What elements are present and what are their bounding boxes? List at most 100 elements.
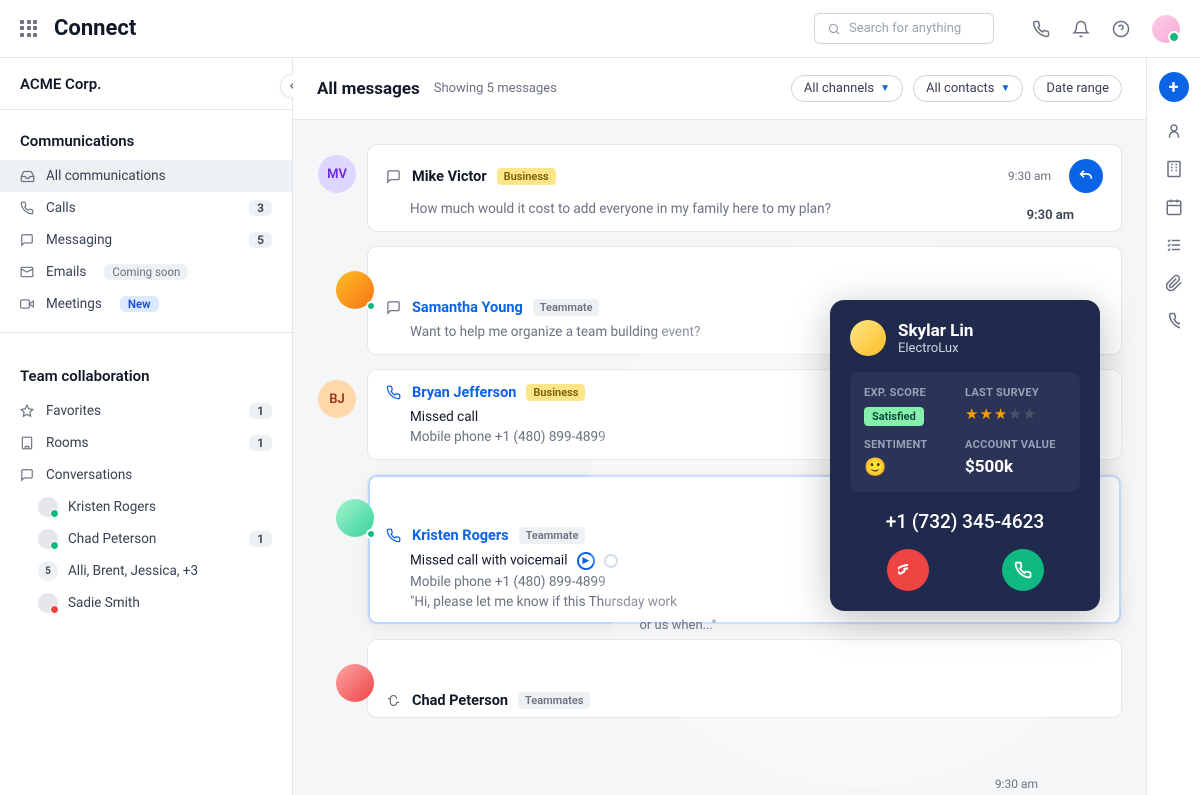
nav-all-communications[interactable]: All communications bbox=[0, 160, 292, 192]
nav-label: All communications bbox=[46, 168, 166, 184]
global-search-input[interactable]: Search for anything bbox=[814, 13, 994, 44]
search-placeholder: Search for anything bbox=[849, 21, 961, 36]
incoming-call-card: Skylar Lin ElectroLux EXP. SCORE Satisfi… bbox=[830, 300, 1100, 611]
conversation-name: Kristen Rogers bbox=[68, 499, 156, 515]
sentiment-emoji: 🙂 bbox=[864, 457, 965, 478]
count-badge: 1 bbox=[249, 403, 272, 419]
sender-name: Chad Peterson bbox=[412, 692, 508, 709]
nav-emails[interactable]: Emails Coming soon bbox=[0, 256, 292, 288]
nav-favorites[interactable]: Favorites 1 bbox=[0, 395, 292, 427]
apps-grid-icon[interactable] bbox=[20, 20, 38, 38]
phone-rail-icon[interactable] bbox=[1168, 312, 1180, 330]
nav-messaging[interactable]: Messaging 5 bbox=[0, 224, 292, 256]
help-icon[interactable] bbox=[1112, 20, 1130, 38]
stat-label: LAST SURVEY bbox=[965, 386, 1066, 399]
sender-name: Mike Victor bbox=[412, 168, 487, 185]
sidebar: ACME Corp. Communications All communicat… bbox=[0, 58, 293, 795]
nav-conversations[interactable]: Conversations bbox=[0, 459, 292, 491]
caller-name: Skylar Lin bbox=[898, 321, 973, 341]
message-card[interactable]: MV Mike Victor Business 9:30 am How much… bbox=[367, 144, 1122, 232]
filter-channels[interactable]: All channels▼ bbox=[791, 75, 903, 102]
conversation-item[interactable]: Sadie Smith bbox=[0, 587, 292, 619]
caller-phone: +1 (732) 345-4623 bbox=[850, 510, 1080, 533]
contact-tag: Business bbox=[526, 384, 585, 401]
nav-calls[interactable]: Calls 3 bbox=[0, 192, 292, 224]
nav-label: Calls bbox=[46, 200, 76, 216]
avatar bbox=[336, 271, 374, 309]
avatar-icon bbox=[38, 529, 58, 549]
nav-label: Rooms bbox=[46, 435, 89, 451]
caller-stats: EXP. SCORE Satisfied LAST SURVEY ★★★★★ S… bbox=[850, 372, 1080, 492]
stat-label: SENTIMENT bbox=[864, 438, 965, 451]
contact-tag: Teammates bbox=[518, 692, 590, 709]
nav-label: Meetings bbox=[46, 296, 102, 312]
ghost-timestamp-bottom: 9:30 am bbox=[995, 777, 1038, 791]
inbox-icon bbox=[20, 169, 36, 184]
bell-icon[interactable] bbox=[1072, 20, 1090, 38]
company-icon[interactable] bbox=[1165, 160, 1183, 178]
contact-tag: Teammate bbox=[519, 527, 586, 544]
conversation-item[interactable]: 5 Alli, Brent, Jessica, +3 bbox=[0, 555, 292, 587]
count-badge: 1 bbox=[249, 435, 272, 451]
nav-rooms[interactable]: Rooms 1 bbox=[0, 427, 292, 459]
message-icon bbox=[386, 169, 402, 184]
avatar-icon bbox=[38, 593, 58, 613]
org-name: ACME Corp. bbox=[20, 75, 101, 93]
user-avatar[interactable] bbox=[1152, 15, 1180, 43]
accept-call-button[interactable] bbox=[1002, 549, 1044, 591]
hangup-icon bbox=[898, 560, 918, 580]
sender-name[interactable]: Bryan Jefferson bbox=[412, 384, 516, 401]
conversation-item[interactable]: Chad Peterson 1 bbox=[0, 523, 292, 555]
unread-indicator bbox=[604, 554, 618, 568]
add-button[interactable]: + bbox=[1159, 72, 1189, 102]
nav-label: Messaging bbox=[46, 232, 112, 248]
nav-label: Emails bbox=[46, 264, 86, 280]
contact-tag: Business bbox=[497, 168, 556, 185]
message-card[interactable]: Chad Peterson Teammates bbox=[367, 639, 1122, 718]
section-team: Team collaboration bbox=[0, 345, 292, 395]
sender-name[interactable]: Samantha Young bbox=[412, 299, 523, 316]
reply-button[interactable] bbox=[1069, 159, 1103, 193]
star-rating: ★★★★★ bbox=[965, 405, 1066, 423]
phone-icon[interactable] bbox=[1032, 20, 1050, 38]
nav-label: Conversations bbox=[46, 467, 132, 483]
count-badge: 3 bbox=[249, 200, 272, 216]
nav-meetings[interactable]: Meetings New bbox=[0, 288, 292, 320]
play-voicemail-button[interactable]: ▶ bbox=[577, 552, 595, 570]
star-icon bbox=[20, 404, 36, 418]
avatar-icon bbox=[38, 497, 58, 517]
new-badge: New bbox=[120, 296, 159, 312]
message-preview: How much would it cost to add everyone i… bbox=[410, 201, 1103, 217]
reply-icon bbox=[1078, 168, 1094, 184]
brand-title: Connect bbox=[54, 16, 136, 41]
tasks-icon[interactable] bbox=[1165, 236, 1183, 254]
coming-soon-badge: Coming soon bbox=[104, 264, 188, 280]
call-icon bbox=[386, 385, 402, 400]
filter-contacts[interactable]: All contacts▼ bbox=[913, 75, 1023, 102]
attachment-icon[interactable] bbox=[1165, 274, 1183, 292]
nav-label: Favorites bbox=[46, 403, 101, 419]
account-value: $500k bbox=[965, 457, 1066, 477]
email-icon bbox=[20, 265, 36, 279]
conversation-name: Chad Peterson bbox=[68, 531, 156, 547]
conversation-name: Alli, Brent, Jessica, +3 bbox=[68, 563, 198, 579]
timestamp: 9:30 am bbox=[1008, 169, 1051, 183]
chat-icon bbox=[20, 468, 36, 482]
caller-company: ElectroLux bbox=[898, 341, 973, 356]
profile-icon[interactable] bbox=[1165, 122, 1183, 140]
filter-date-range[interactable]: Date range bbox=[1033, 75, 1122, 102]
chevron-down-icon: ▼ bbox=[880, 83, 890, 94]
call-icon bbox=[386, 528, 402, 543]
sender-name[interactable]: Kristen Rogers bbox=[412, 527, 509, 544]
conversation-item[interactable]: Kristen Rogers bbox=[0, 491, 292, 523]
avatar bbox=[336, 499, 374, 537]
avatar bbox=[336, 664, 374, 702]
calendar-icon[interactable] bbox=[1165, 198, 1183, 216]
video-icon bbox=[20, 297, 36, 311]
search-icon bbox=[827, 22, 841, 36]
decline-call-button[interactable] bbox=[887, 549, 929, 591]
main-header: All messages Showing 5 messages All chan… bbox=[293, 58, 1146, 120]
org-selector[interactable]: ACME Corp. bbox=[0, 58, 292, 110]
header-actions bbox=[1032, 15, 1180, 43]
showing-count: Showing 5 messages bbox=[434, 81, 557, 96]
